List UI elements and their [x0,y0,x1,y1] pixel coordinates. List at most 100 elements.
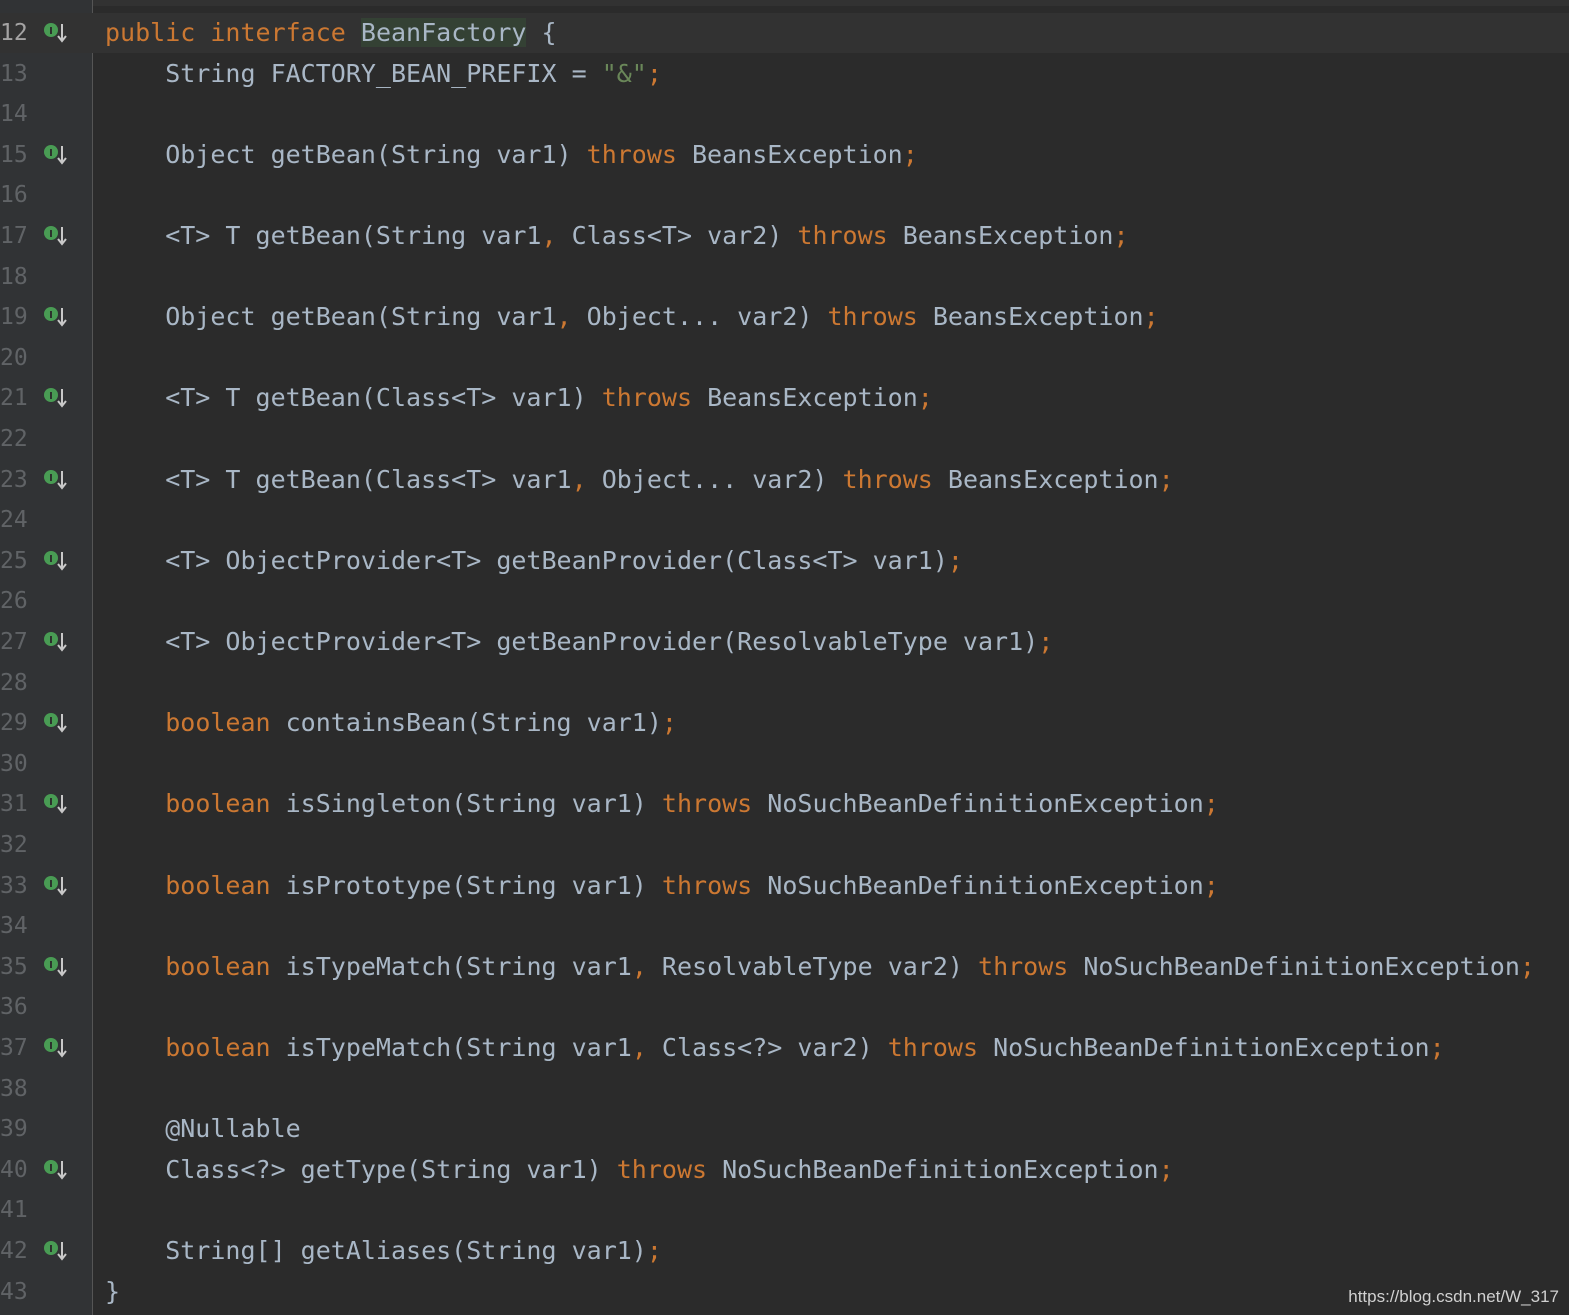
code-text[interactable]: <T> T getBean(String var1, Class<T> var2… [105,216,1128,256]
code-line[interactable]: 29 I boolean containsBean(String var1); [0,703,1569,743]
code-token: { [526,18,557,47]
code-token: <T> T getBean(String var1 [105,221,542,250]
keyword-token: throws [887,1033,979,1062]
code-line[interactable]: 35 I boolean isTypeMatch(String var1, Re… [0,947,1569,987]
line-number: 26 [0,588,28,615]
line-number: 42 [0,1238,28,1264]
keyword-token: , [631,951,647,981]
implemented-method-icon[interactable]: I [43,631,67,653]
code-line[interactable]: 25 I <T> ObjectProvider<T> getBeanProvid… [0,541,1569,581]
code-line[interactable]: 13 String FACTORY_BEAN_PREFIX = "&"; [0,54,1569,94]
code-token: BeansException [676,139,903,169]
code-text[interactable]: boolean containsBean(String var1); [105,703,677,743]
keyword-token: , [541,221,557,250]
code-text[interactable]: boolean isPrototype(String var1) throws … [105,866,1219,906]
keyword-token: ; [1203,870,1219,900]
keyword-token: boolean [165,789,271,819]
code-text[interactable]: Class<?> getType(String var1) throws NoS… [105,1150,1173,1190]
keyword-token: interface [210,18,346,47]
code-text[interactable]: boolean isTypeMatch(String var1, Class<?… [105,1028,1445,1068]
keyword-token: boolean [165,1033,271,1062]
code-text[interactable]: boolean isTypeMatch(String var1, Resolva… [105,947,1535,987]
code-line[interactable]: 33 I boolean isPrototype(String var1) th… [0,866,1569,906]
code-line[interactable]: 24 [0,500,1569,540]
code-line[interactable]: 30 [0,744,1569,784]
svg-text:I: I [49,310,53,321]
code-text[interactable]: <T> T getBean(Class<T> var1) throws Bean… [105,378,933,418]
keyword-token: ; [1143,302,1159,332]
code-line[interactable]: 42 I String[] getAliases(String var1); [0,1231,1569,1271]
line-number: 29 [0,710,28,737]
code-line[interactable]: 16 [0,175,1569,215]
svg-text:I: I [49,229,53,240]
code-text[interactable]: <T> ObjectProvider<T> getBeanProvider(Re… [105,622,1053,662]
code-line[interactable]: 21 I <T> T getBean(Class<T> var1) throws… [0,378,1569,418]
code-line[interactable]: 28 [0,663,1569,703]
code-text[interactable]: <T> ObjectProvider<T> getBeanProvider(Cl… [105,541,963,581]
implemented-method-icon[interactable]: I [43,793,67,815]
implemented-method-icon[interactable]: I [43,22,67,44]
code-line[interactable]: 37 I boolean isTypeMatch(String var1, Cl… [0,1028,1569,1068]
implemented-method-icon[interactable]: I [43,956,67,978]
keyword-token: boolean [165,708,271,738]
code-line[interactable]: 41 [0,1190,1569,1230]
svg-text:I: I [49,554,53,565]
code-text[interactable]: @Nullable [105,1109,300,1149]
line-number: 16 [0,182,28,209]
code-line[interactable]: 12 I public interface BeanFactory { [0,13,1569,53]
code-token: isTypeMatch(String var1 [270,951,632,981]
keyword-token: ; [661,708,677,738]
implemented-method-icon[interactable]: I [43,550,67,572]
code-line[interactable]: 14 [0,94,1569,134]
keyword-token: throws [827,302,918,332]
implemented-method-icon[interactable]: I [43,387,67,409]
code-token: <T> ObjectProvider<T> getBeanProvider(Re… [105,627,1039,656]
implemented-method-icon[interactable]: I [43,712,67,734]
code-text[interactable]: boolean isSingleton(String var1) throws … [105,784,1219,824]
code-line[interactable]: 39 @Nullable [0,1109,1569,1149]
implemented-method-icon[interactable]: I [43,1240,67,1262]
code-editor[interactable]: 12 I public interface BeanFactory {13 St… [0,0,1569,1315]
implemented-method-icon[interactable]: I [43,1037,67,1059]
code-line[interactable]: 32 [0,825,1569,865]
implemented-method-icon[interactable]: I [43,1159,67,1181]
code-line[interactable]: 36 [0,987,1569,1027]
code-text[interactable]: <T> T getBean(Class<T> var1, Object... v… [105,460,1173,500]
code-token: <T> T getBean(Class<T> var1 [105,464,572,494]
keyword-token: ; [902,139,918,169]
code-token: BeansException [917,302,1144,332]
implemented-method-icon[interactable]: I [43,225,67,247]
code-token: NoSuchBeanDefinitionException [1068,951,1520,981]
keyword-token: public [105,18,196,47]
line-number: 23 [0,466,28,493]
code-line[interactable]: 23 I <T> T getBean(Class<T> var1, Object… [0,460,1569,500]
line-number: 13 [0,60,28,87]
code-line[interactable]: 18 [0,257,1569,297]
implemented-method-icon[interactable]: I [43,469,67,491]
code-line[interactable]: 40 I Class<?> getType(String var1) throw… [0,1150,1569,1190]
code-line[interactable]: 43} [0,1272,1569,1312]
code-line[interactable]: 38 [0,1069,1569,1109]
code-line[interactable]: 26 [0,581,1569,621]
implemented-method-icon[interactable]: I [43,875,67,897]
code-line[interactable]: 31 I boolean isSingleton(String var1) th… [0,784,1569,824]
code-text[interactable]: String FACTORY_BEAN_PREFIX = "&"; [105,54,662,94]
code-text[interactable]: String[] getAliases(String var1); [105,1231,662,1271]
code-text[interactable]: public interface BeanFactory { [105,13,557,53]
code-text[interactable]: Object getBean(String var1, Object... va… [105,297,1159,337]
keyword-token: ; [1429,1033,1445,1062]
code-line[interactable]: 22 [0,419,1569,459]
line-number: 14 [0,101,28,128]
implemented-method-icon[interactable]: I [43,144,67,166]
code-line[interactable]: 17 I <T> T getBean(String var1, Class<T>… [0,216,1569,256]
code-line[interactable]: 15 I Object getBean(String var1) throws … [0,135,1569,175]
code-line[interactable]: 27 I <T> ObjectProvider<T> getBeanProvid… [0,622,1569,662]
code-line[interactable]: 34 [0,906,1569,946]
code-text[interactable]: } [105,1272,120,1312]
code-line[interactable]: 20 [0,338,1569,378]
implemented-method-icon[interactable]: I [43,306,67,328]
code-line[interactable]: 19 I Object getBean(String var1, Object.… [0,297,1569,337]
code-text[interactable]: Object getBean(String var1) throws Beans… [105,135,918,175]
svg-text:I: I [49,1041,53,1052]
